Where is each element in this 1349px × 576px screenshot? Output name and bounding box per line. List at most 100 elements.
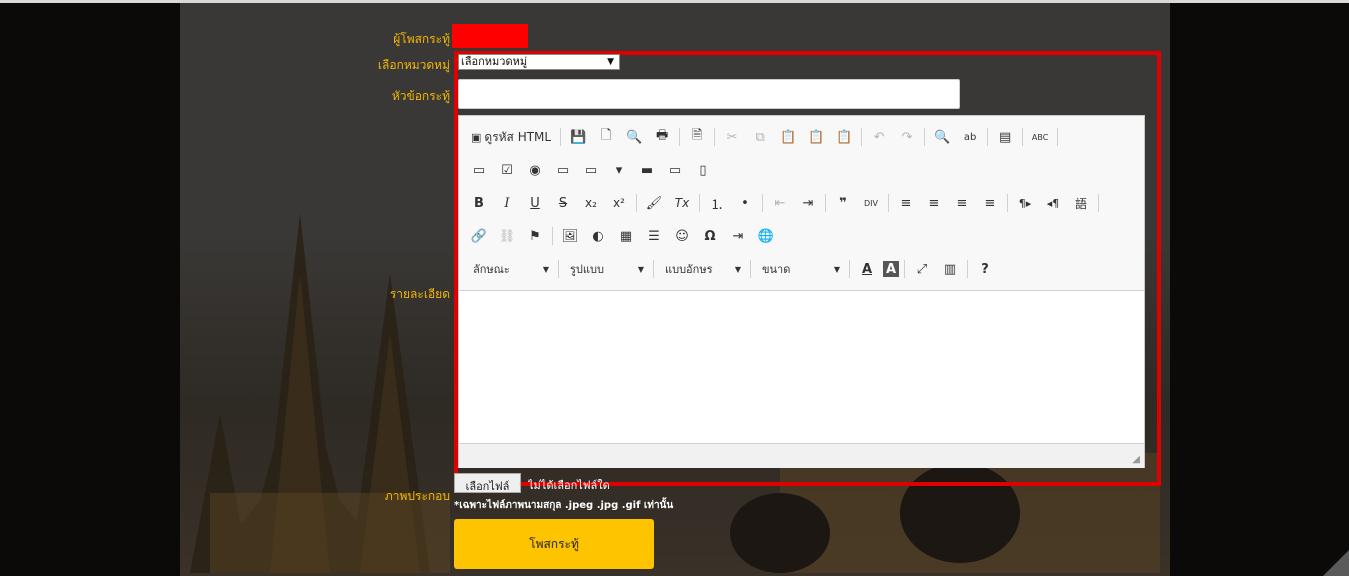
resize-handle-icon[interactable]: ◢ (1132, 454, 1140, 465)
new-page-icon[interactable]: 🗋 (594, 125, 618, 149)
bold-icon[interactable]: B (467, 191, 491, 215)
language-icon[interactable]: 語 (1069, 191, 1093, 215)
detail-label: รายละเอียด (389, 287, 450, 301)
link-icon[interactable]: 🔗 (467, 224, 491, 248)
align-center-icon[interactable]: ≡ (922, 191, 946, 215)
poster-name-field (452, 24, 528, 48)
underline-icon[interactable]: U (523, 191, 547, 215)
maximize-icon[interactable]: ⤢ (910, 257, 934, 281)
italic-icon[interactable]: I (495, 191, 519, 215)
print-icon[interactable]: 🖶 (650, 125, 674, 149)
chevron-down-icon: ▼ (542, 264, 549, 274)
toolbar-row-5: ลักษณะ ▼ รูปแบบ ▼ แบบอักษร ▼ ขนาด ▼ A A … (467, 256, 1001, 282)
numbered-list-icon[interactable]: ⒈ (705, 191, 729, 215)
checkbox-icon[interactable]: ☑ (495, 158, 519, 182)
unlink-icon[interactable]: ⛓ (495, 224, 519, 248)
bulleted-list-icon[interactable]: • (733, 191, 757, 215)
align-right-icon[interactable]: ≡ (950, 191, 974, 215)
button-field-icon[interactable]: ▬ (635, 158, 659, 182)
table-icon[interactable]: ▦ (614, 224, 638, 248)
outdent-icon[interactable]: ⇤ (768, 191, 792, 215)
page-break-icon[interactable]: ⇥ (726, 224, 750, 248)
redo-icon[interactable]: ↷ (895, 125, 919, 149)
size-combo[interactable]: ขนาด ▼ (756, 258, 846, 280)
form-icon[interactable]: ▭ (467, 158, 491, 182)
replace-icon[interactable]: ab (958, 125, 982, 149)
file-type-note: *เฉพาะไฟล์ภาพนามสกุล .jpeg .jpg .gif เท่… (454, 500, 674, 511)
image-icon[interactable]: 🖼 (558, 224, 582, 248)
toolbar-separator (558, 260, 559, 278)
toolbar-separator (714, 128, 716, 146)
paste-text-icon[interactable]: 📋 (804, 125, 828, 149)
toolbar-separator (967, 260, 968, 278)
align-left-icon[interactable]: ≡ (894, 191, 918, 215)
toolbar-separator (924, 128, 926, 146)
source-button[interactable]: ▣ ดูรหัส HTML (467, 125, 555, 149)
rtl-icon[interactable]: ◂¶ (1041, 191, 1065, 215)
textarea-icon[interactable]: ▭ (579, 158, 603, 182)
toolbar-separator (987, 128, 989, 146)
special-char-icon[interactable]: Ω (698, 224, 722, 248)
page-corner-decoration (1323, 550, 1349, 576)
smiley-icon[interactable]: ☺ (670, 224, 694, 248)
remove-format-icon[interactable]: Tx (670, 191, 694, 215)
background-color-icon[interactable]: A (883, 261, 899, 277)
create-div-icon[interactable]: DIV (859, 191, 883, 215)
toolbar-separator (1022, 128, 1024, 146)
hidden-field-icon[interactable]: ▯ (691, 158, 715, 182)
blockquote-icon[interactable]: ❞ (831, 191, 855, 215)
text-color-icon[interactable]: A (855, 257, 879, 281)
left-background (0, 3, 180, 576)
toolbar-separator (560, 128, 562, 146)
toolbar-separator (679, 128, 681, 146)
chevron-down-icon: ▼ (734, 264, 741, 274)
show-blocks-icon[interactable]: ▥ (938, 257, 962, 281)
select-all-icon[interactable]: ▤ (993, 125, 1017, 149)
paste-icon[interactable]: 📋 (776, 125, 800, 149)
styles-combo[interactable]: ลักษณะ ▼ (467, 258, 555, 280)
templates-icon[interactable]: 🗎 (685, 125, 709, 149)
toolbar-row-4: 🔗 ⛓ ⚑ 🖼 ◐ ▦ ☰ ☺ Ω ⇥ 🌐 (467, 223, 782, 249)
category-label: เลือกหมวดหมู่ (377, 58, 450, 72)
find-icon[interactable]: 🔍 (930, 125, 954, 149)
spellcheck-icon[interactable]: ABC (1028, 125, 1052, 149)
strikethrough-icon[interactable]: S (551, 191, 575, 215)
iframe-icon[interactable]: 🌐 (754, 224, 778, 248)
undo-icon[interactable]: ↶ (867, 125, 891, 149)
topic-label: หัวข้อกระทู้ (391, 89, 450, 103)
chevron-down-icon: ▼ (637, 264, 644, 274)
horizontal-line-icon[interactable]: ☰ (642, 224, 666, 248)
post-form-panel: ผู้โพสกระทู้ เลือกหมวดหมู่ หัวข้อกระทู้ … (180, 3, 1170, 576)
superscript-icon[interactable]: x² (607, 191, 631, 215)
editor-content-area[interactable] (459, 290, 1144, 443)
anchor-icon[interactable]: ⚑ (523, 224, 547, 248)
ltr-icon[interactable]: ¶▸ (1013, 191, 1037, 215)
dropdown-arrow-icon: ▼ (607, 57, 614, 67)
save-icon[interactable]: 💾 (566, 125, 590, 149)
subscript-icon[interactable]: x₂ (579, 191, 603, 215)
category-select[interactable]: เลือกหมวดหมู่ ▼ (458, 54, 620, 70)
toolbar-separator (750, 260, 751, 278)
image-button-icon[interactable]: ▭ (663, 158, 687, 182)
copy-format-icon[interactable]: 🖌 (642, 191, 666, 215)
copy-icon[interactable]: ⧉ (748, 125, 772, 149)
indent-icon[interactable]: ⇥ (796, 191, 820, 215)
format-combo[interactable]: รูปแบบ ▼ (564, 258, 650, 280)
toolbar-separator (888, 194, 889, 212)
cut-icon[interactable]: ✂ (720, 125, 744, 149)
select-field-icon[interactable]: ▾ (607, 158, 631, 182)
category-selected-value: เลือกหมวดหมู่ (461, 55, 528, 68)
size-combo-label: ขนาด (762, 263, 791, 276)
radio-icon[interactable]: ◉ (523, 158, 547, 182)
textfield-icon[interactable]: ▭ (551, 158, 575, 182)
justify-icon[interactable]: ≡ (978, 191, 1002, 215)
choose-file-button[interactable]: เลือกไฟล์ (454, 473, 521, 493)
font-combo[interactable]: แบบอักษร ▼ (659, 258, 747, 280)
flash-icon[interactable]: ◐ (586, 224, 610, 248)
format-combo-label: รูปแบบ (570, 263, 604, 276)
paste-word-icon[interactable]: 📋 (832, 125, 856, 149)
submit-post-button[interactable]: โพสกระทู้ (454, 519, 654, 569)
about-icon[interactable]: ? (973, 257, 997, 281)
topic-input[interactable] (458, 79, 960, 109)
preview-icon[interactable]: 🔍 (622, 125, 646, 149)
